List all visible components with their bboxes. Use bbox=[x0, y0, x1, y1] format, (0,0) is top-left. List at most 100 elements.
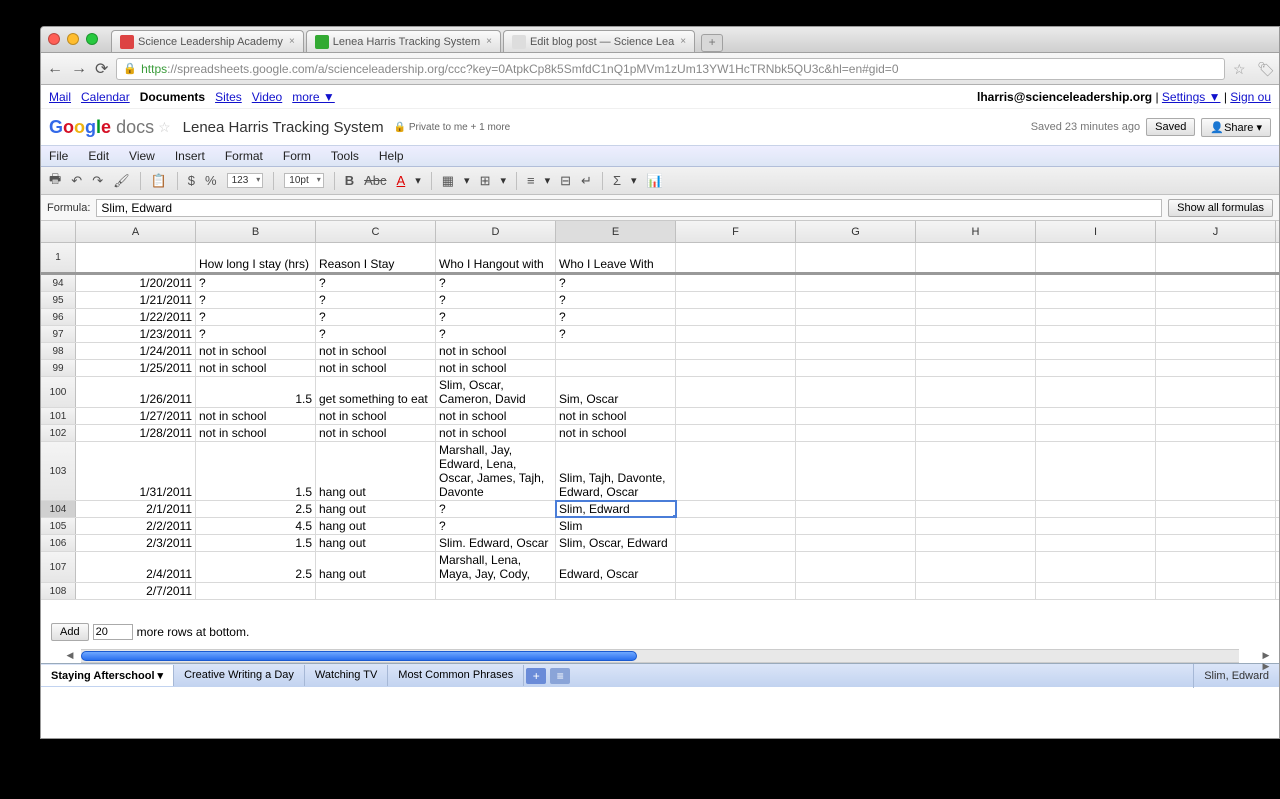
cell[interactable] bbox=[916, 535, 1036, 551]
cell[interactable] bbox=[1156, 377, 1276, 407]
row-header[interactable]: 1 bbox=[41, 243, 76, 272]
scrollbar-thumb[interactable] bbox=[81, 651, 637, 661]
row-header[interactable]: 96 bbox=[41, 309, 76, 325]
share-button[interactable]: 👤Share ▾ bbox=[1201, 118, 1271, 137]
cell[interactable] bbox=[556, 583, 676, 599]
number-format-dropdown[interactable]: 123 bbox=[227, 173, 264, 188]
cell[interactable] bbox=[916, 518, 1036, 534]
paint-icon[interactable]: 🖌 bbox=[113, 173, 130, 189]
row-header[interactable]: 99 bbox=[41, 360, 76, 376]
cell[interactable] bbox=[1036, 501, 1156, 517]
cell[interactable] bbox=[1156, 583, 1276, 599]
cell[interactable]: 1/26/2011 bbox=[76, 377, 196, 407]
add-sheet-button[interactable]: + bbox=[526, 668, 546, 684]
signout-link[interactable]: Sign ou bbox=[1230, 90, 1271, 104]
menu-insert[interactable]: Insert bbox=[175, 149, 205, 163]
cell[interactable]: 4.5 bbox=[196, 518, 316, 534]
cell[interactable] bbox=[796, 552, 916, 582]
cell[interactable]: 1.5 bbox=[196, 377, 316, 407]
merge-icon[interactable]: ⊟ bbox=[560, 173, 571, 189]
cell[interactable] bbox=[916, 309, 1036, 325]
cell[interactable] bbox=[796, 535, 916, 551]
cell[interactable] bbox=[676, 501, 796, 517]
col-header-F[interactable]: F bbox=[676, 221, 796, 242]
gbar-link-sites[interactable]: Sites bbox=[215, 90, 242, 104]
close-icon[interactable]: × bbox=[486, 36, 492, 47]
col-header-D[interactable]: D bbox=[436, 221, 556, 242]
cell[interactable] bbox=[1036, 292, 1156, 308]
cell[interactable] bbox=[676, 535, 796, 551]
cell[interactable] bbox=[556, 343, 676, 359]
menu-help[interactable]: Help bbox=[379, 149, 404, 163]
cell[interactable]: not in school bbox=[436, 360, 556, 376]
cell[interactable]: 2/2/2011 bbox=[76, 518, 196, 534]
cell[interactable] bbox=[1036, 552, 1156, 582]
header-cell[interactable]: Who I Leave With bbox=[556, 243, 676, 272]
cell[interactable] bbox=[916, 583, 1036, 599]
cell[interactable] bbox=[1156, 552, 1276, 582]
cell[interactable]: not in school bbox=[196, 408, 316, 424]
col-header-H[interactable]: H bbox=[916, 221, 1036, 242]
doc-title[interactable]: Lenea Harris Tracking System bbox=[183, 119, 384, 136]
cell[interactable] bbox=[1036, 408, 1156, 424]
cell[interactable] bbox=[796, 583, 916, 599]
browser-tab-2[interactable]: Edit blog post — Science Lea× bbox=[503, 30, 695, 52]
menu-view[interactable]: View bbox=[129, 149, 155, 163]
row-header[interactable]: 107 bbox=[41, 552, 76, 582]
row-header[interactable]: 95 bbox=[41, 292, 76, 308]
close-icon[interactable]: × bbox=[289, 36, 295, 47]
print-icon[interactable]: 🖶 bbox=[49, 170, 61, 192]
cell[interactable]: ? bbox=[436, 501, 556, 517]
cell[interactable] bbox=[1156, 360, 1276, 376]
cell[interactable]: not in school bbox=[436, 408, 556, 424]
cell[interactable] bbox=[796, 292, 916, 308]
cell[interactable] bbox=[1156, 425, 1276, 441]
cell[interactable] bbox=[676, 583, 796, 599]
cell[interactable] bbox=[676, 360, 796, 376]
add-button[interactable]: Add bbox=[51, 623, 89, 641]
cell[interactable]: ? bbox=[196, 326, 316, 342]
traffic-close[interactable] bbox=[48, 33, 60, 45]
cell[interactable] bbox=[1036, 360, 1156, 376]
cell[interactable]: 1/27/2011 bbox=[76, 408, 196, 424]
cell[interactable]: Slim, Edward bbox=[556, 501, 676, 517]
cell[interactable]: not in school bbox=[316, 425, 436, 441]
cell[interactable] bbox=[796, 343, 916, 359]
gbar-link-mail[interactable]: Mail bbox=[49, 90, 71, 104]
header-cell[interactable]: Reason I Stay bbox=[316, 243, 436, 272]
cell[interactable] bbox=[796, 326, 916, 342]
browser-tab-0[interactable]: Science Leadership Academy× bbox=[111, 30, 304, 52]
col-header-I[interactable]: I bbox=[1036, 221, 1156, 242]
cell[interactable] bbox=[676, 425, 796, 441]
sheet-tab[interactable]: Staying Afterschool ▾ bbox=[41, 665, 174, 686]
menu-edit[interactable]: Edit bbox=[88, 149, 109, 163]
header-cell[interactable] bbox=[1036, 243, 1156, 272]
chart-icon[interactable]: 📊 bbox=[647, 173, 663, 189]
cell[interactable]: not in school bbox=[196, 343, 316, 359]
gbar-link-more ▼[interactable]: more ▼ bbox=[292, 90, 335, 104]
header-cell[interactable] bbox=[796, 243, 916, 272]
scroll-right-icon[interactable]: ▶ ▶ bbox=[1259, 650, 1273, 664]
text-color-icon[interactable]: A bbox=[397, 173, 406, 188]
cell[interactable] bbox=[676, 343, 796, 359]
saved-button[interactable]: Saved bbox=[1146, 118, 1195, 136]
cell[interactable]: 1/31/2011 bbox=[76, 442, 196, 500]
cell[interactable]: ? bbox=[316, 275, 436, 291]
cell[interactable] bbox=[1156, 343, 1276, 359]
cell[interactable]: 2/4/2011 bbox=[76, 552, 196, 582]
cell[interactable] bbox=[676, 309, 796, 325]
cell[interactable]: ? bbox=[556, 275, 676, 291]
cell[interactable]: Marshall, Lena, Maya, Jay, Cody, bbox=[436, 552, 556, 582]
browser-tab-1[interactable]: Lenea Harris Tracking System× bbox=[306, 30, 501, 52]
cell[interactable]: ? bbox=[196, 309, 316, 325]
cell[interactable] bbox=[796, 442, 916, 500]
cell[interactable]: hang out bbox=[316, 442, 436, 500]
cell[interactable]: hang out bbox=[316, 552, 436, 582]
cell[interactable] bbox=[1156, 292, 1276, 308]
borders-icon[interactable]: ⊞ bbox=[480, 173, 491, 189]
back-button[interactable]: ← bbox=[47, 60, 63, 78]
percent-icon[interactable]: % bbox=[205, 173, 217, 188]
cell[interactable] bbox=[1036, 309, 1156, 325]
cell[interactable] bbox=[796, 408, 916, 424]
cell[interactable] bbox=[796, 501, 916, 517]
